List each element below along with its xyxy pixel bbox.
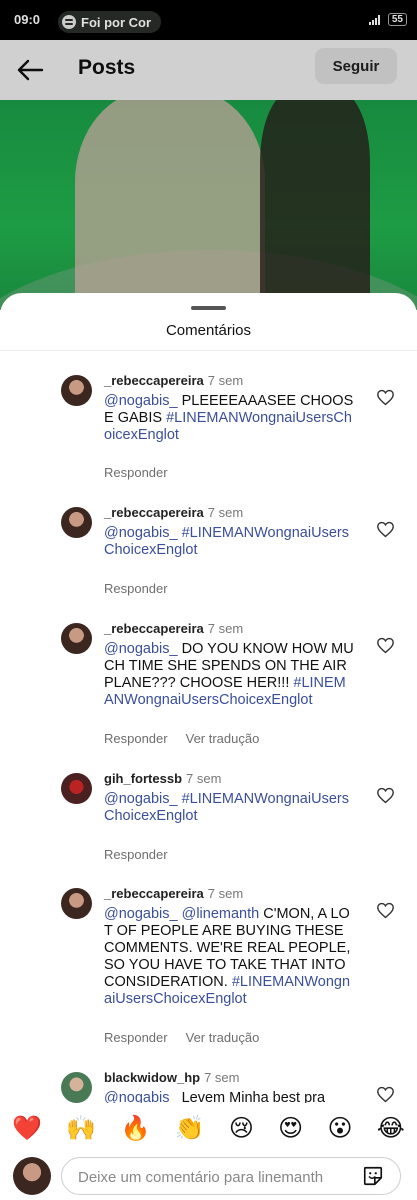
comment-username[interactable]: _rebeccapereira — [104, 373, 204, 388]
mention-link[interactable]: @linemanth — [178, 906, 260, 922]
see-translation-button[interactable]: Ver tradução — [186, 731, 260, 746]
comment-actions: Responder — [104, 847, 186, 862]
avatar[interactable] — [61, 623, 92, 654]
emoji-raised-hands[interactable]: 🙌 — [66, 1114, 96, 1142]
emoji-surprised[interactable]: 😮 — [327, 1114, 352, 1142]
reply-button[interactable]: Responder — [104, 465, 168, 480]
see-translation-button[interactable]: Ver tradução — [186, 1030, 260, 1045]
comment-time: 7 sem — [186, 771, 222, 786]
avatar[interactable] — [61, 507, 92, 538]
emoji-heart-eyes[interactable]: 😍 — [278, 1114, 303, 1142]
comments-sheet: Comentários _rebeccapereira 7 sem @nogabi… — [0, 293, 417, 1200]
comment-input-box — [61, 1157, 401, 1195]
emoji-fire[interactable]: 🔥 — [120, 1114, 150, 1142]
comment-actions: Responder — [104, 465, 186, 480]
emoji-clapping[interactable]: 👏 — [175, 1114, 205, 1142]
comment-input[interactable] — [76, 1165, 350, 1189]
divider — [0, 350, 417, 351]
mention-link[interactable]: @nogabis_ — [104, 641, 178, 657]
drag-handle[interactable] — [191, 306, 226, 310]
comment-username[interactable]: _rebeccapereira — [104, 621, 204, 636]
heart-icon[interactable] — [376, 1086, 395, 1103]
mention-link[interactable]: @nogabis_ — [104, 906, 178, 922]
avatar[interactable] — [61, 888, 92, 919]
comment-username[interactable]: _rebeccapereira — [104, 886, 204, 901]
sticker-icon[interactable] — [362, 1165, 384, 1187]
emoji-crying[interactable]: 😢 — [229, 1114, 254, 1142]
current-user-avatar — [13, 1157, 51, 1195]
sheet-title: Comentários — [165, 322, 252, 339]
comment-actions: Responder Ver tradução — [104, 1030, 277, 1045]
reply-button[interactable]: Responder — [104, 847, 168, 862]
mention-link[interactable]: @nogabis_ — [104, 525, 178, 541]
sheet-backdrop[interactable] — [0, 0, 417, 310]
comment-actions: Responder Ver tradução — [104, 731, 277, 746]
heart-icon[interactable] — [376, 389, 395, 406]
comment-actions: Responder — [104, 581, 186, 596]
heart-icon[interactable] — [376, 521, 395, 538]
emoji-heart[interactable]: ❤️ — [12, 1114, 42, 1142]
comment-username[interactable]: _rebeccapereira — [104, 505, 204, 520]
comment-username[interactable]: blackwidow_hp — [104, 1070, 200, 1085]
comment-composer — [0, 1153, 417, 1200]
comment-username[interactable]: gih_fortessb — [104, 771, 182, 786]
reply-button[interactable]: Responder — [104, 1030, 168, 1045]
comment-time: 7 sem — [207, 505, 244, 520]
heart-icon[interactable] — [376, 787, 395, 804]
avatar[interactable] — [61, 1072, 92, 1103]
comment-time: 7 sem — [204, 1070, 240, 1085]
mention-link[interactable]: @nogabis_ — [104, 393, 178, 409]
reply-button[interactable]: Responder — [104, 581, 168, 596]
comment-text: @nogabis_ #LINEMANWongnaiUsersChoicexEng… — [104, 525, 354, 559]
comment-text: @nogabis_ DO YOU KNOW HOW MUCH TIME SHE … — [104, 641, 354, 709]
comment-time: 7 sem — [207, 886, 244, 901]
emoji-laughing[interactable]: 😂 — [377, 1114, 405, 1142]
emoji-quick-reactions: ❤️ 🙌 🔥 👏 😢 😍 😮 😂 — [0, 1103, 417, 1153]
comment-text: @nogabis_ @linemanth C'MON, A LOT OF PEO… — [104, 906, 354, 1008]
mention-link[interactable]: @nogabis_ — [104, 791, 178, 807]
reply-button[interactable]: Responder — [104, 731, 168, 746]
heart-icon[interactable] — [376, 902, 395, 919]
comment-text: @nogabis_ #LINEMANWongnaiUsersChoicexEng… — [104, 791, 354, 825]
comment-time: 7 sem — [207, 621, 244, 636]
comment-time: 7 sem — [207, 373, 244, 388]
avatar[interactable] — [61, 773, 92, 804]
comment-text: @nogabis_ PLEEEEAAASEE CHOOSE GABIS #LIN… — [104, 393, 354, 444]
avatar[interactable] — [61, 375, 92, 406]
heart-icon[interactable] — [376, 637, 395, 654]
